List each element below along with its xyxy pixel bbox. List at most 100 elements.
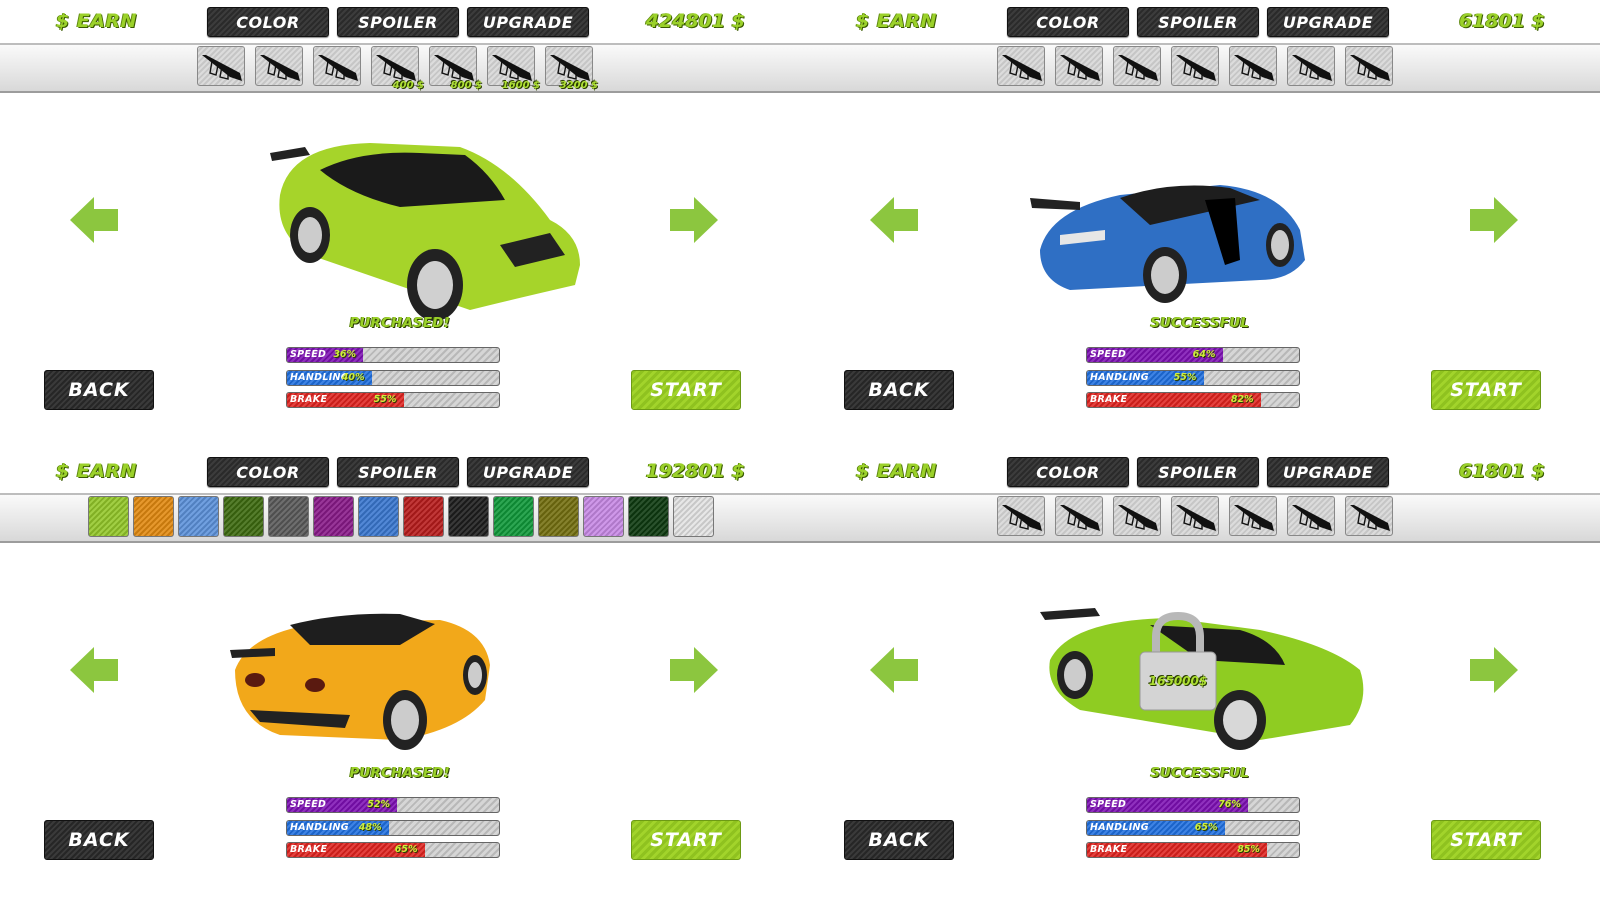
tab-spoiler[interactable]: SPOILER [337, 7, 459, 37]
color-swatch[interactable] [493, 496, 534, 537]
color-swatch[interactable] [583, 496, 624, 537]
spoiler-option[interactable] [1229, 46, 1277, 86]
color-swatch[interactable] [358, 496, 399, 537]
garage-panel-2: $ EARN COLOR SPOILER UPGRADE 61801 $ SUC… [800, 0, 1600, 450]
tab-upgrade[interactable]: UPGRADE [467, 7, 589, 37]
spoiler-option[interactable]: 800 $ [429, 46, 482, 91]
stat-value: 55% [1173, 371, 1197, 383]
car-preview [230, 613, 490, 750]
spoiler-option[interactable]: 1600 $ [487, 46, 540, 91]
tab-color[interactable]: COLOR [207, 7, 329, 37]
stat-value: 85% [1237, 844, 1260, 855]
stat-bar-handling: HANDLING 48% [286, 819, 500, 836]
stat-value: 64% [1192, 349, 1216, 360]
color-swatch[interactable] [448, 496, 489, 537]
stat-bar-speed: SPEED 36% [286, 347, 500, 363]
spoiler-option[interactable]: 3200 $ [545, 46, 598, 91]
previous-car-arrow-icon[interactable] [870, 197, 920, 243]
tab-spoiler[interactable]: SPOILER [1137, 7, 1259, 37]
spoiler-option[interactable] [313, 46, 361, 86]
color-swatch[interactable] [403, 496, 444, 537]
next-car-arrow-icon[interactable] [1468, 647, 1518, 693]
spoiler-option[interactable] [1055, 496, 1103, 536]
spoiler-option[interactable] [255, 46, 303, 86]
tab-bar: COLOR SPOILER UPGRADE [1007, 7, 1389, 37]
spoiler-icon [1002, 55, 1042, 81]
padlock-icon [1139, 611, 1217, 711]
next-car-arrow-icon[interactable] [1468, 197, 1518, 243]
spoiler-option[interactable] [1345, 496, 1393, 536]
status-text: PURCHASED! [349, 316, 451, 331]
spoiler-option[interactable] [997, 46, 1045, 86]
money-balance: 192801 $ [645, 460, 745, 482]
stat-bar-brake: BRAKE 55% [286, 392, 500, 408]
next-car-arrow-icon[interactable] [668, 197, 718, 243]
tab-color[interactable]: COLOR [1007, 7, 1129, 37]
start-button[interactable]: START [631, 820, 741, 860]
spoiler-option[interactable] [1171, 496, 1219, 536]
spoiler-icon [1060, 505, 1100, 531]
stat-bar-handling: HANDLING 40% [286, 369, 500, 386]
option-list [88, 496, 714, 537]
earn-button[interactable]: $ EARN [856, 460, 937, 482]
color-swatch[interactable] [268, 496, 309, 537]
spoiler-option[interactable] [1229, 496, 1277, 536]
spoiler-option[interactable] [1171, 46, 1219, 86]
spoiler-option[interactable] [1345, 46, 1393, 86]
back-button[interactable]: BACK [44, 370, 154, 410]
earn-button[interactable]: $ EARN [856, 10, 937, 32]
stat-label: SPEED [290, 349, 327, 360]
status-text: SUCCESSFUL [1150, 316, 1250, 331]
spoiler-icon [1060, 55, 1100, 81]
spoiler-option[interactable] [997, 496, 1045, 536]
stat-label: SPEED [290, 799, 327, 810]
spoiler-option[interactable]: 400 $ [371, 46, 424, 91]
color-swatch[interactable] [88, 496, 129, 537]
spoiler-icon [1118, 55, 1158, 81]
stat-label: HANDLING [1090, 821, 1149, 833]
start-button[interactable]: START [1431, 820, 1541, 860]
tab-upgrade[interactable]: UPGRADE [467, 457, 589, 487]
color-swatch[interactable] [673, 496, 714, 537]
color-swatch[interactable] [628, 496, 669, 537]
locked-car-badge[interactable]: 165000$ [1138, 611, 1218, 712]
tab-spoiler[interactable]: SPOILER [337, 457, 459, 487]
color-swatch[interactable] [538, 496, 579, 537]
tab-upgrade[interactable]: UPGRADE [1267, 457, 1389, 487]
spoiler-option[interactable] [1113, 496, 1161, 536]
stat-bar-brake: BRAKE 85% [1086, 842, 1300, 858]
tab-spoiler[interactable]: SPOILER [1137, 457, 1259, 487]
color-swatch[interactable] [223, 496, 264, 537]
spoiler-option[interactable] [1055, 46, 1103, 86]
previous-car-arrow-icon[interactable] [70, 197, 120, 243]
color-swatch[interactable] [178, 496, 219, 537]
stat-bar-speed: SPEED 76% [1086, 797, 1300, 813]
spoiler-option[interactable] [1287, 46, 1335, 86]
color-swatch[interactable] [133, 496, 174, 537]
tab-color[interactable]: COLOR [207, 457, 329, 487]
spoiler-option[interactable] [1113, 46, 1161, 86]
spoiler-price: 1600 $ [501, 80, 540, 91]
earn-button[interactable]: $ EARN [56, 460, 137, 482]
spoiler-option[interactable] [197, 46, 245, 86]
garage-panel-1: $ EARN COLOR SPOILER UPGRADE 424801 $ 40… [0, 0, 800, 450]
back-button[interactable]: BACK [844, 820, 954, 860]
tab-upgrade[interactable]: UPGRADE [1267, 7, 1389, 37]
start-button[interactable]: START [631, 370, 741, 410]
stat-bar-brake: BRAKE 65% [286, 842, 500, 858]
earn-button[interactable]: $ EARN [56, 10, 137, 32]
spoiler-option[interactable] [1287, 496, 1335, 536]
tab-color[interactable]: COLOR [1007, 457, 1129, 487]
start-button[interactable]: START [1431, 370, 1541, 410]
previous-car-arrow-icon[interactable] [870, 647, 920, 693]
tab-bar: COLOR SPOILER UPGRADE [207, 7, 589, 37]
spoiler-icon [260, 55, 300, 81]
previous-car-arrow-icon[interactable] [70, 647, 120, 693]
back-button[interactable]: BACK [844, 370, 954, 410]
color-swatch[interactable] [313, 496, 354, 537]
back-button[interactable]: BACK [44, 820, 154, 860]
next-car-arrow-icon[interactable] [668, 647, 718, 693]
stat-label: HANDLING [290, 371, 349, 383]
money-balance: 61801 $ [1459, 460, 1545, 482]
stat-label: BRAKE [290, 844, 328, 855]
